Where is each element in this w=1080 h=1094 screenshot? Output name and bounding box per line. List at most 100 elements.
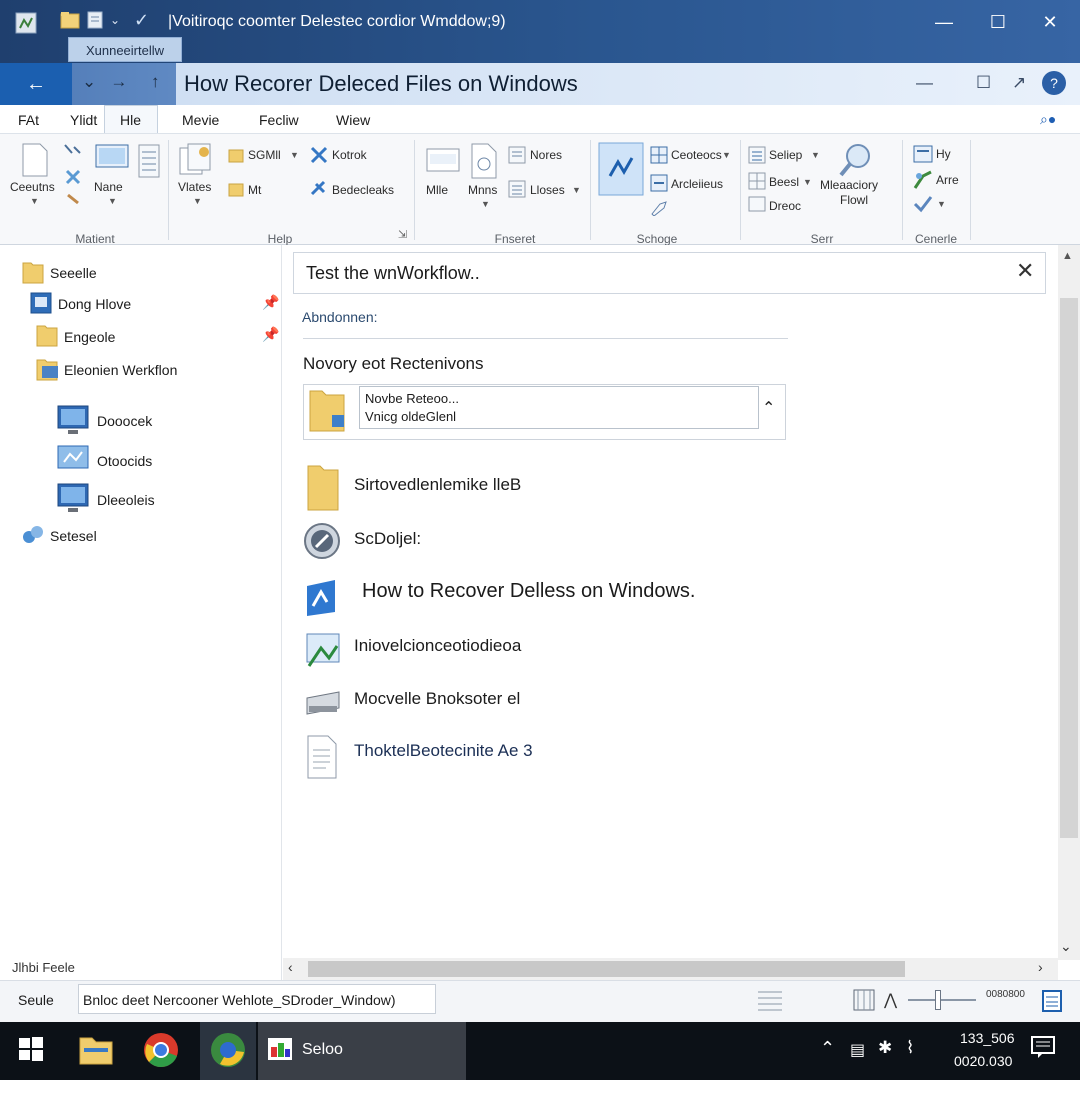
back-button[interactable]: ← <box>0 63 72 105</box>
monitor-icon[interactable] <box>95 144 129 181</box>
restore-icon[interactable]: ☐ <box>976 73 991 93</box>
list-item-highlight[interactable]: How to Recover Delless on Windows. <box>362 580 695 603</box>
chevron-down-icon[interactable]: ▼ <box>572 185 581 195</box>
list-item[interactable]: Mocvelle Bnoksoter el <box>354 689 520 709</box>
sidebar-item-quick-access[interactable]: Seeelle <box>50 265 97 281</box>
grid-icon[interactable] <box>650 146 668 169</box>
ribbon-submit-label[interactable]: SGMll <box>248 148 281 162</box>
menu-edit[interactable]: Ylidt <box>70 112 97 128</box>
ribbon-flow-label[interactable]: Flowl <box>840 193 868 207</box>
settings-icon[interactable] <box>310 180 328 203</box>
list-icon[interactable] <box>138 144 160 183</box>
ribbon-arre-label[interactable]: Arre <box>936 173 959 187</box>
volume-tray-icon[interactable]: ⌇ <box>906 1038 914 1058</box>
recovery-tool-icon[interactable] <box>598 142 644 201</box>
tray-news-icon[interactable]: ▤ <box>850 1040 865 1060</box>
list-item[interactable]: ThoktelBeotecinite Ae 3 <box>354 741 533 761</box>
ribbon-hy-label[interactable]: Hy <box>936 147 951 161</box>
clock-time[interactable]: 133_506 <box>960 1030 1015 1046</box>
panel-icon[interactable] <box>1042 990 1062 1017</box>
chevron-up-icon[interactable]: ⌃ <box>762 398 775 418</box>
close-icon[interactable]: ✕ <box>1016 258 1034 284</box>
minimize-button[interactable]: — <box>922 8 966 36</box>
path-field[interactable]: Bnloc deet Nercooner Wehlote_SDroder_Win… <box>78 984 436 1014</box>
ribbon-notes-label[interactable]: Nores <box>530 148 562 162</box>
minimize-ribbon-icon[interactable]: — <box>916 73 933 93</box>
view-icon[interactable] <box>913 145 933 168</box>
expand-group-icon[interactable]: ⇲ <box>398 228 407 241</box>
chrome-icon[interactable] <box>143 1032 179 1073</box>
ribbon-create-label[interactable]: Ceeutns <box>10 180 55 194</box>
menu-file[interactable]: FAt <box>18 112 39 128</box>
list-item[interactable]: Sirtovedlenlemike lleB <box>354 475 521 495</box>
scroll-down-icon[interactable]: ⌄ <box>1060 938 1072 955</box>
scroll-up-icon[interactable]: ▲ <box>1062 250 1073 262</box>
document-icon[interactable] <box>20 142 50 183</box>
menu-view[interactable]: Wiew <box>336 112 370 128</box>
file-explorer-icon[interactable] <box>78 1032 114 1071</box>
folder-small-icon[interactable] <box>228 181 244 202</box>
ribbon-mile-label[interactable]: Mlle <box>426 183 448 197</box>
ribbon-select-label[interactable]: Seliep <box>769 148 802 162</box>
sidebar-item-downloads[interactable]: Dleeoleis <box>97 492 155 508</box>
notes-icon[interactable] <box>508 146 526 169</box>
pin-icon[interactable]: ✓ <box>134 10 149 31</box>
ribbon-options-icon[interactable]: ⌕● <box>1040 111 1056 128</box>
chevron-down-icon[interactable]: ▼ <box>108 196 117 206</box>
sidebar-item-documents[interactable]: Dooocek <box>97 413 152 429</box>
zoom-icon[interactable]: ⋀ <box>884 990 897 1010</box>
tools-icon[interactable] <box>62 143 84 210</box>
expand-icon[interactable]: ↗ <box>1012 73 1026 93</box>
ribbon-contents-label[interactable]: Ceoteocs <box>671 148 722 162</box>
sidebar-item-workflow[interactable]: Eleonien Werkflon <box>64 362 177 378</box>
clock-date[interactable]: 0020.030 <box>954 1053 1012 1069</box>
ribbon-beesl-label[interactable]: Beesl <box>769 175 799 189</box>
chevron-down-icon[interactable]: ▼ <box>30 196 39 206</box>
details-view-icon[interactable] <box>756 988 784 1017</box>
folder-small-icon[interactable] <box>228 147 244 168</box>
properties-icon[interactable] <box>86 10 106 32</box>
ribbon-rotate-label[interactable]: Kotrok <box>332 148 367 162</box>
chevron-down-icon[interactable]: ▼ <box>722 150 731 160</box>
ribbon-lloses-label[interactable]: Lloses <box>530 183 565 197</box>
chevron-down-icon[interactable]: ▼ <box>811 150 820 160</box>
page-icon[interactable] <box>470 142 498 185</box>
sidebar-item-templates[interactable]: Engeole <box>64 329 115 345</box>
chevron-down-icon[interactable]: ▼ <box>937 199 946 209</box>
ribbon-memory-label[interactable]: Mleaaciory <box>820 178 878 192</box>
browser-icon[interactable] <box>210 1032 246 1073</box>
close-button[interactable]: ✕ <box>1028 8 1072 36</box>
vertical-scroll-thumb[interactable] <box>1060 298 1078 838</box>
list-item[interactable]: Iniovelcionceotiodieoa <box>354 636 521 656</box>
window-icon[interactable] <box>426 148 460 179</box>
ribbon-values-label[interactable]: Vlates <box>178 180 211 194</box>
ribbon-dreoc-label[interactable]: Dreoc <box>769 199 801 213</box>
maximize-button[interactable]: ☐ <box>976 8 1020 36</box>
ribbon-archives-label[interactable]: Arcleiieus <box>671 177 723 191</box>
history-controls[interactable]: ⌄ → ↑ <box>82 72 160 92</box>
ribbon-mins-label[interactable]: Mnns <box>468 183 497 197</box>
doc-icon[interactable] <box>748 196 766 217</box>
ribbon-mt-label[interactable]: Mt <box>248 183 261 197</box>
menu-home[interactable]: Hle <box>120 112 141 128</box>
archive-icon[interactable] <box>650 174 668 197</box>
network-tray-icon[interactable]: ✱ <box>878 1038 892 1058</box>
horizontal-scroll-thumb[interactable] <box>308 961 905 977</box>
pin-icon[interactable]: 📌 <box>262 326 279 343</box>
chevron-down-icon[interactable]: ▼ <box>290 150 299 160</box>
table-icon[interactable] <box>748 172 766 195</box>
chevron-down-icon[interactable]: ▼ <box>481 199 490 209</box>
help-icon[interactable]: ? <box>1042 71 1066 95</box>
chevron-down-icon[interactable]: ⌄ <box>110 13 120 27</box>
thumbnail-view-icon[interactable] <box>852 988 876 1017</box>
tag-icon[interactable] <box>650 200 668 221</box>
notifications-icon[interactable] <box>1030 1034 1056 1065</box>
share-icon[interactable] <box>913 170 933 195</box>
scroll-left-icon[interactable]: ‹ <box>288 959 293 975</box>
scroll-right-icon[interactable]: › <box>1038 959 1043 975</box>
pin-icon[interactable]: 📌 <box>262 294 279 311</box>
list-item[interactable]: ScDoljel: <box>354 529 421 549</box>
magnifier-icon[interactable] <box>838 142 872 183</box>
chevron-down-icon[interactable]: ▼ <box>803 177 812 187</box>
menu-share[interactable]: Fecliw <box>259 112 299 128</box>
